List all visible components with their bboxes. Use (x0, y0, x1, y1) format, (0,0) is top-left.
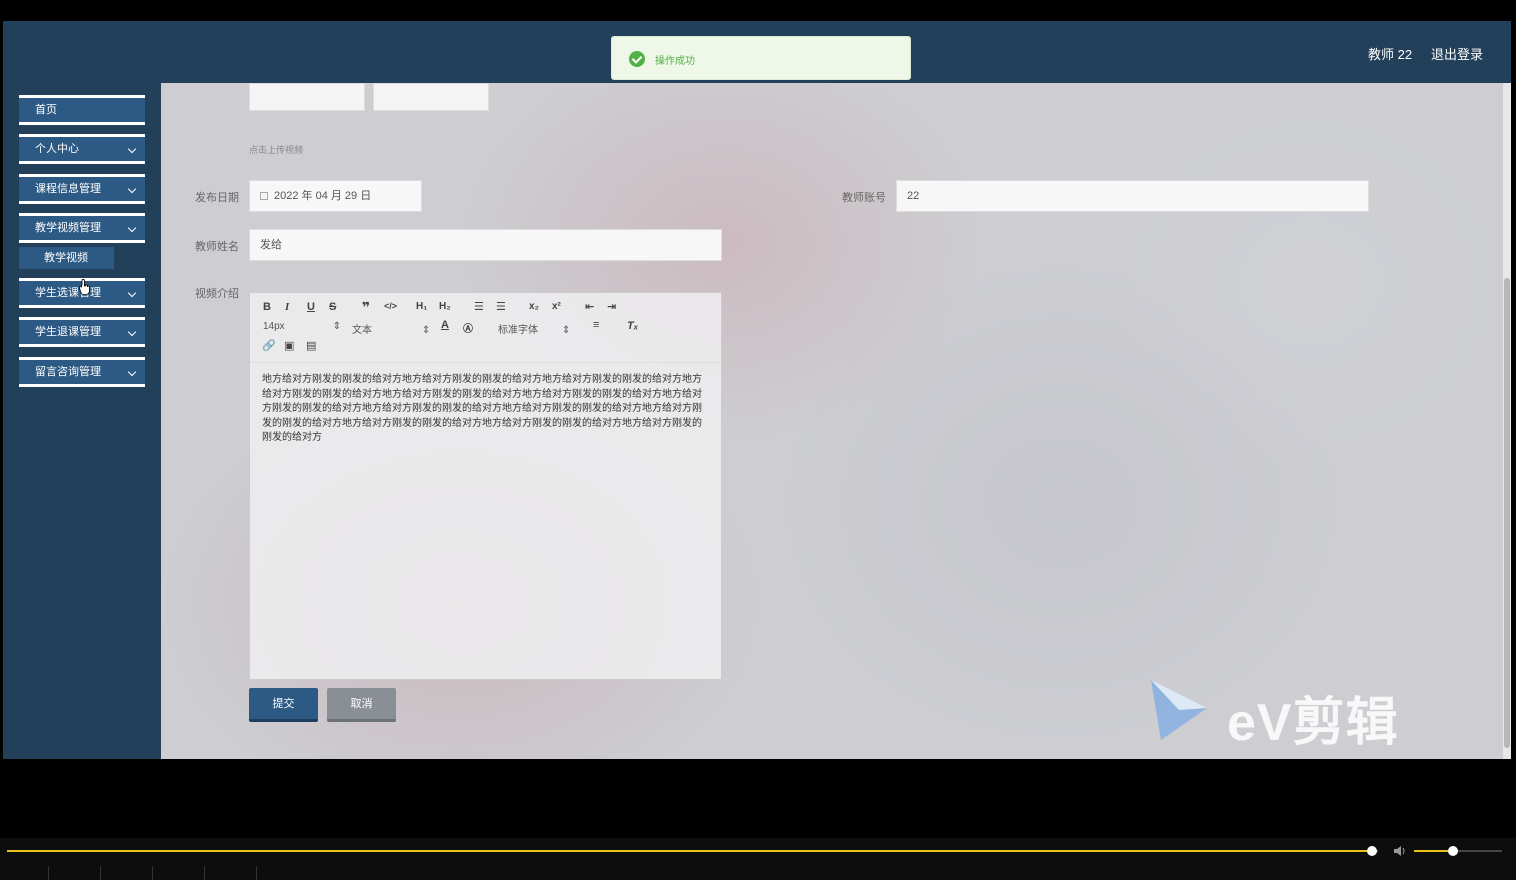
progress-bar[interactable] (7, 850, 1372, 852)
chevron-down-icon (127, 223, 137, 233)
video-icon[interactable]: ▤ (306, 339, 316, 352)
teacher-name-label: 教师姓名 (195, 241, 239, 253)
cancel-button[interactable]: 取消 (327, 688, 396, 722)
font-color-icon[interactable]: A (441, 319, 449, 331)
main-content: 点击上传视频 发布日期 2022 年 04 月 29 日 教师账号 22 教师姓… (161, 83, 1511, 759)
progress-handle[interactable] (1367, 846, 1377, 856)
video-intro-label: 视频介绍 (195, 288, 239, 300)
nav-label: 首页 (35, 104, 57, 116)
select-arrows-icon: ⇕ (332, 321, 342, 332)
nav-personal-center[interactable]: 个人中心 (19, 134, 145, 164)
nav-label: 个人中心 (35, 143, 79, 155)
select-arrows-icon: ⇕ (562, 325, 571, 336)
check-circle-icon (629, 51, 645, 67)
blockquote-icon[interactable]: ❞ (362, 299, 370, 316)
heading-2-icon[interactable]: H₂ (439, 301, 451, 312)
scrollbar[interactable] (1503, 83, 1511, 759)
ordered-list-icon[interactable]: ☰ (474, 300, 484, 313)
success-toast: 操作成功 (611, 36, 911, 80)
teacher-account-label: 教师账号 (842, 192, 886, 204)
publish-date-field[interactable]: 2022 年 04 月 29 日 (249, 180, 422, 212)
publish-date-value: 2022 年 04 月 29 日 (274, 190, 372, 202)
nav-home[interactable]: 首页 (19, 95, 145, 125)
submit-button[interactable]: 提交 (249, 688, 318, 722)
underline-icon[interactable]: U (307, 301, 315, 313)
ev-watermark: eV剪辑 (1149, 678, 1398, 752)
volume-handle[interactable] (1448, 846, 1458, 856)
background-color-icon[interactable]: Ⓐ (463, 320, 473, 335)
current-user: 教师 22 (1368, 47, 1413, 62)
logout-link[interactable]: 退出登录 (1431, 44, 1483, 63)
timeline-segment (101, 866, 153, 880)
align-icon[interactable]: ≡ (593, 319, 599, 331)
nav-video-management[interactable]: 教学视频管理 (19, 213, 145, 243)
chevron-down-icon (127, 367, 137, 377)
app-window: 教师 22 退出登录 首页 个人中心 课程信息管理 教学视频管理 教学视频 学生… (3, 21, 1511, 759)
nav-label: 留言咨询管理 (35, 366, 101, 378)
font-family-value: 标准字体 (498, 325, 538, 336)
clear-format-icon[interactable]: Tₓ (627, 320, 638, 332)
link-icon[interactable]: 🔗 (262, 339, 276, 352)
heading-1-icon[interactable]: H₁ (416, 301, 427, 312)
indent-icon[interactable]: ⇥ (607, 300, 616, 313)
nav-label: 教学视频管理 (35, 222, 101, 234)
chevron-down-icon (127, 184, 137, 194)
timeline-segment (205, 866, 257, 880)
timeline-segment (0, 866, 49, 880)
code-icon[interactable]: </> (384, 301, 397, 311)
rich-text-editor[interactable]: B I U S ❞ </> H₁ H₂ ☰ ☰ x₂ x² ⇤ ⇥ 14px ⇕ … (249, 292, 722, 680)
bullet-list-icon[interactable]: ☰ (496, 300, 506, 313)
chevron-down-icon (127, 327, 137, 337)
nav-sub-teaching-video[interactable]: 教学视频 (19, 247, 114, 269)
video-player-bar (0, 838, 1516, 880)
teacher-account-field[interactable]: 22 (896, 180, 1369, 212)
bold-icon[interactable]: B (263, 301, 271, 313)
timeline-segment (49, 866, 101, 880)
teacher-name-field[interactable]: 发给 (249, 229, 722, 261)
editor-toolbar: B I U S ❞ </> H₁ H₂ ☰ ☰ x₂ x² ⇤ ⇥ 14px ⇕ … (250, 293, 721, 363)
superscript-icon[interactable]: x² (552, 301, 561, 312)
nav-label: 课程信息管理 (35, 183, 101, 195)
subscript-icon[interactable]: x₂ (529, 301, 539, 312)
font-size-select[interactable]: 14px ⇕ (263, 321, 341, 332)
editor-content[interactable]: 地方给对方刚发的刚发的给对方地方给对方刚发的刚发的给对方地方给对方刚发的刚发的给… (250, 363, 721, 456)
upload-preview-box[interactable] (249, 83, 365, 111)
upload-video-hint[interactable]: 点击上传视频 (249, 143, 303, 156)
timeline-segment (153, 866, 205, 880)
chevron-down-icon (127, 144, 137, 154)
nav-label: 学生选课管理 (35, 287, 101, 299)
select-arrows-icon: ⇕ (422, 325, 431, 336)
image-icon[interactable]: ▣ (284, 339, 294, 352)
nav-course-withdrawal[interactable]: 学生退课管理 (19, 317, 145, 347)
nav-label: 学生退课管理 (35, 326, 101, 338)
block-type-select[interactable]: 文本 ⇕ (352, 321, 430, 336)
volume-icon[interactable] (1393, 845, 1407, 857)
font-size-value: 14px (263, 321, 285, 332)
font-family-select[interactable]: 标准字体 ⇕ (498, 321, 570, 336)
nav-message-consult[interactable]: 留言咨询管理 (19, 357, 145, 387)
block-type-value: 文本 (352, 325, 372, 336)
chevron-down-icon (127, 288, 137, 298)
scrollbar-thumb[interactable] (1504, 278, 1510, 748)
play-logo-icon (1151, 680, 1207, 740)
publish-date-label: 发布日期 (195, 192, 239, 204)
italic-icon[interactable]: I (285, 301, 289, 313)
calendar-icon (260, 192, 268, 200)
volume-remaining[interactable] (1454, 850, 1502, 852)
upload-preview-box[interactable] (373, 83, 489, 111)
watermark-text: eV剪辑 (1227, 694, 1399, 752)
sidebar: 首页 个人中心 课程信息管理 教学视频管理 教学视频 学生选课管理 学生退课管理… (3, 83, 161, 759)
mouse-cursor-icon (79, 279, 90, 295)
toast-message: 操作成功 (655, 56, 695, 67)
strikethrough-icon[interactable]: S (329, 301, 336, 313)
outdent-icon[interactable]: ⇤ (585, 300, 594, 313)
nav-course-info[interactable]: 课程信息管理 (19, 174, 145, 204)
